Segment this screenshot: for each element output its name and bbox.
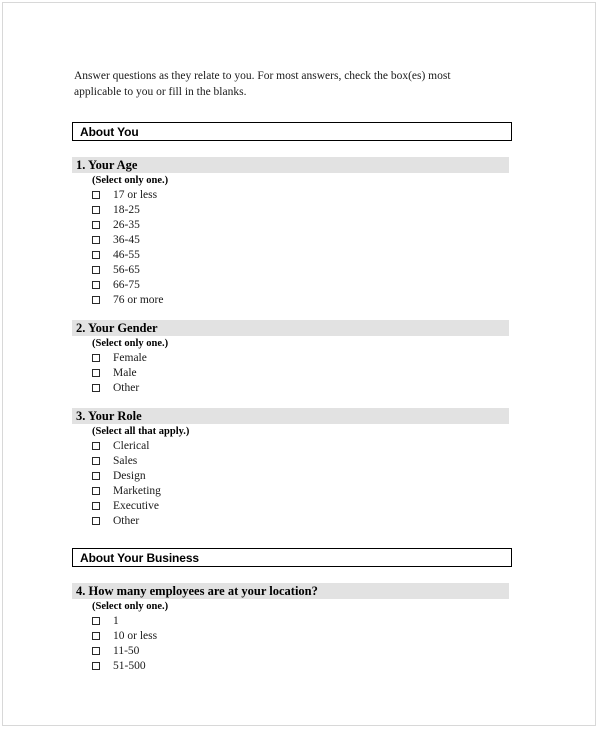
question-header-2: 2. Your Gender (72, 320, 509, 336)
option-row[interactable]: 76 or more (92, 292, 512, 307)
option-label: 10 or less (113, 629, 158, 642)
option-label: Other (113, 514, 140, 527)
question-header-3: 3. Your Role (72, 408, 509, 424)
option-row[interactable]: 18-25 (92, 202, 512, 217)
option-row[interactable]: Female (92, 350, 512, 365)
option-row[interactable]: Marketing (92, 483, 512, 498)
section-title: About You (80, 124, 139, 139)
survey-page: Answer questions as they relate to you. … (2, 2, 596, 726)
option-label: Other (113, 381, 140, 394)
question-title: 1. Your Age (76, 157, 138, 172)
option-label: Marketing (113, 484, 161, 497)
checkbox-icon[interactable] (92, 456, 100, 465)
checkbox-icon[interactable] (92, 250, 100, 259)
option-row[interactable]: 56-65 (92, 262, 512, 277)
option-row[interactable]: 10 or less (92, 628, 512, 643)
checkbox-icon[interactable] (92, 616, 100, 625)
checkbox-icon[interactable] (92, 280, 100, 289)
option-row[interactable]: 11-50 (92, 643, 512, 658)
checkbox-icon[interactable] (92, 220, 100, 229)
question-title: 4. How many employees are at your locati… (76, 583, 318, 598)
select-hint: (Select only one.) (92, 338, 169, 349)
option-label: 26-35 (113, 218, 140, 231)
option-label: 66-75 (113, 278, 140, 291)
question-block-1: 1. Your Age (Select only one.) 17 or les… (72, 157, 512, 307)
option-row[interactable]: Other (92, 380, 512, 395)
option-label: Design (113, 469, 146, 482)
checkbox-icon[interactable] (92, 353, 100, 362)
question-header-1: 1. Your Age (72, 157, 509, 173)
checkbox-icon[interactable] (92, 205, 100, 214)
option-label: 36-45 (113, 233, 140, 246)
question-block-4: 4. How many employees are at your locati… (72, 583, 512, 673)
option-label: 51-500 (113, 659, 146, 672)
option-row[interactable]: Design (92, 468, 512, 483)
option-row[interactable]: Other (92, 513, 512, 528)
option-row[interactable]: 26-35 (92, 217, 512, 232)
checkbox-icon[interactable] (92, 368, 100, 377)
checkbox-icon[interactable] (92, 516, 100, 525)
checkbox-icon[interactable] (92, 383, 100, 392)
option-label: Male (113, 366, 137, 379)
option-label: 1 (113, 614, 119, 627)
checkbox-icon[interactable] (92, 646, 100, 655)
option-label: Female (113, 351, 147, 364)
intro-instructions: Answer questions as they relate to you. … (74, 70, 451, 98)
question-block-3: 3. Your Role (Select all that apply.) Cl… (72, 408, 512, 528)
option-label: Sales (113, 454, 138, 467)
option-row[interactable]: 1 (92, 613, 512, 628)
option-row[interactable]: 17 or less (92, 187, 512, 202)
checkbox-icon[interactable] (92, 265, 100, 274)
option-label: 11-50 (113, 644, 140, 657)
question-block-2: 2. Your Gender (Select only one.) Female… (72, 320, 512, 395)
question-header-4: 4. How many employees are at your locati… (72, 583, 509, 599)
option-label: 76 or more (113, 293, 164, 306)
option-row[interactable]: 51-500 (92, 658, 512, 673)
option-row[interactable]: Sales (92, 453, 512, 468)
checkbox-icon[interactable] (92, 295, 100, 304)
options-list-2: Female Male Other (72, 350, 512, 395)
option-row[interactable]: 46-55 (92, 247, 512, 262)
option-row[interactable]: 36-45 (92, 232, 512, 247)
select-hint: (Select only one.) (92, 601, 169, 612)
section-header-about-your-business: About Your Business (72, 548, 512, 567)
option-row[interactable]: Executive (92, 498, 512, 513)
option-label: Clerical (113, 439, 150, 452)
section-header-about-you: About You (72, 122, 512, 141)
checkbox-icon[interactable] (92, 661, 100, 670)
option-row[interactable]: Male (92, 365, 512, 380)
checkbox-icon[interactable] (92, 441, 100, 450)
checkbox-icon[interactable] (92, 190, 100, 199)
checkbox-icon[interactable] (92, 631, 100, 640)
question-title: 3. Your Role (76, 408, 142, 423)
options-list-1: 17 or less 18-25 26-35 36-45 46-55 56-65… (72, 187, 512, 307)
checkbox-icon[interactable] (92, 501, 100, 510)
select-hint: (Select all that apply.) (92, 426, 190, 437)
option-label: 17 or less (113, 188, 158, 201)
option-label: 18-25 (113, 203, 140, 216)
option-label: Executive (113, 499, 159, 512)
section-title: About Your Business (80, 550, 200, 565)
checkbox-icon[interactable] (92, 235, 100, 244)
options-list-3: Clerical Sales Design Marketing Executiv… (72, 438, 512, 528)
option-label: 46-55 (113, 248, 140, 261)
options-list-4: 1 10 or less 11-50 51-500 (72, 613, 512, 673)
option-row[interactable]: 66-75 (92, 277, 512, 292)
question-title: 2. Your Gender (76, 320, 158, 335)
select-hint: (Select only one.) (92, 175, 169, 186)
checkbox-icon[interactable] (92, 486, 100, 495)
option-label: 56-65 (113, 263, 140, 276)
checkbox-icon[interactable] (92, 471, 100, 480)
option-row[interactable]: Clerical (92, 438, 512, 453)
form-content: Answer questions as they relate to you. … (72, 69, 512, 686)
